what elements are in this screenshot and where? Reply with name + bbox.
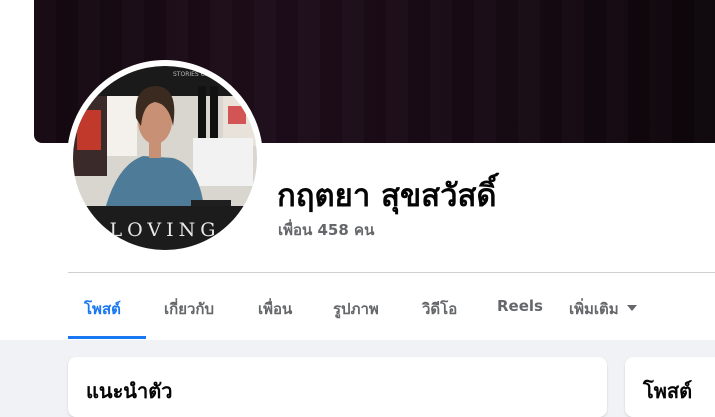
caret-down-icon bbox=[626, 304, 637, 311]
friend-count-link[interactable]: เพื่อน 458 คน bbox=[278, 218, 374, 242]
tab-more-label: เพิ่มเติม bbox=[569, 300, 619, 318]
tab-about[interactable]: เกี่ยวกับ bbox=[164, 297, 214, 321]
active-tab-indicator bbox=[68, 336, 146, 339]
tab-friends[interactable]: เพื่อน bbox=[258, 297, 292, 321]
photo-caption-bottom: LOVING bbox=[110, 219, 221, 241]
tab-photos[interactable]: รูปภาพ bbox=[333, 297, 379, 321]
tab-reels[interactable]: Reels bbox=[497, 297, 543, 315]
tab-posts[interactable]: โพสต์ bbox=[84, 297, 121, 321]
tab-videos[interactable]: วิดีโอ bbox=[422, 297, 457, 321]
posts-card: โพสต์ bbox=[625, 357, 715, 417]
tab-more[interactable]: เพิ่มเติม bbox=[569, 297, 637, 321]
intro-title: แนะนำตัว bbox=[86, 379, 173, 403]
profile-header: STORIES CHANGE LOVING กฤตยา สุขสวัสดิ์ เ… bbox=[0, 0, 715, 340]
profile-name: กฤตยา สุขสวัสดิ์ bbox=[277, 178, 497, 214]
avatar-photo: STORIES CHANGE LOVING bbox=[73, 66, 257, 250]
posts-title: โพสต์ bbox=[643, 379, 693, 403]
intro-card: แนะนำตัว bbox=[68, 357, 607, 417]
header-divider bbox=[68, 272, 715, 273]
profile-avatar[interactable]: STORIES CHANGE LOVING bbox=[73, 66, 257, 250]
